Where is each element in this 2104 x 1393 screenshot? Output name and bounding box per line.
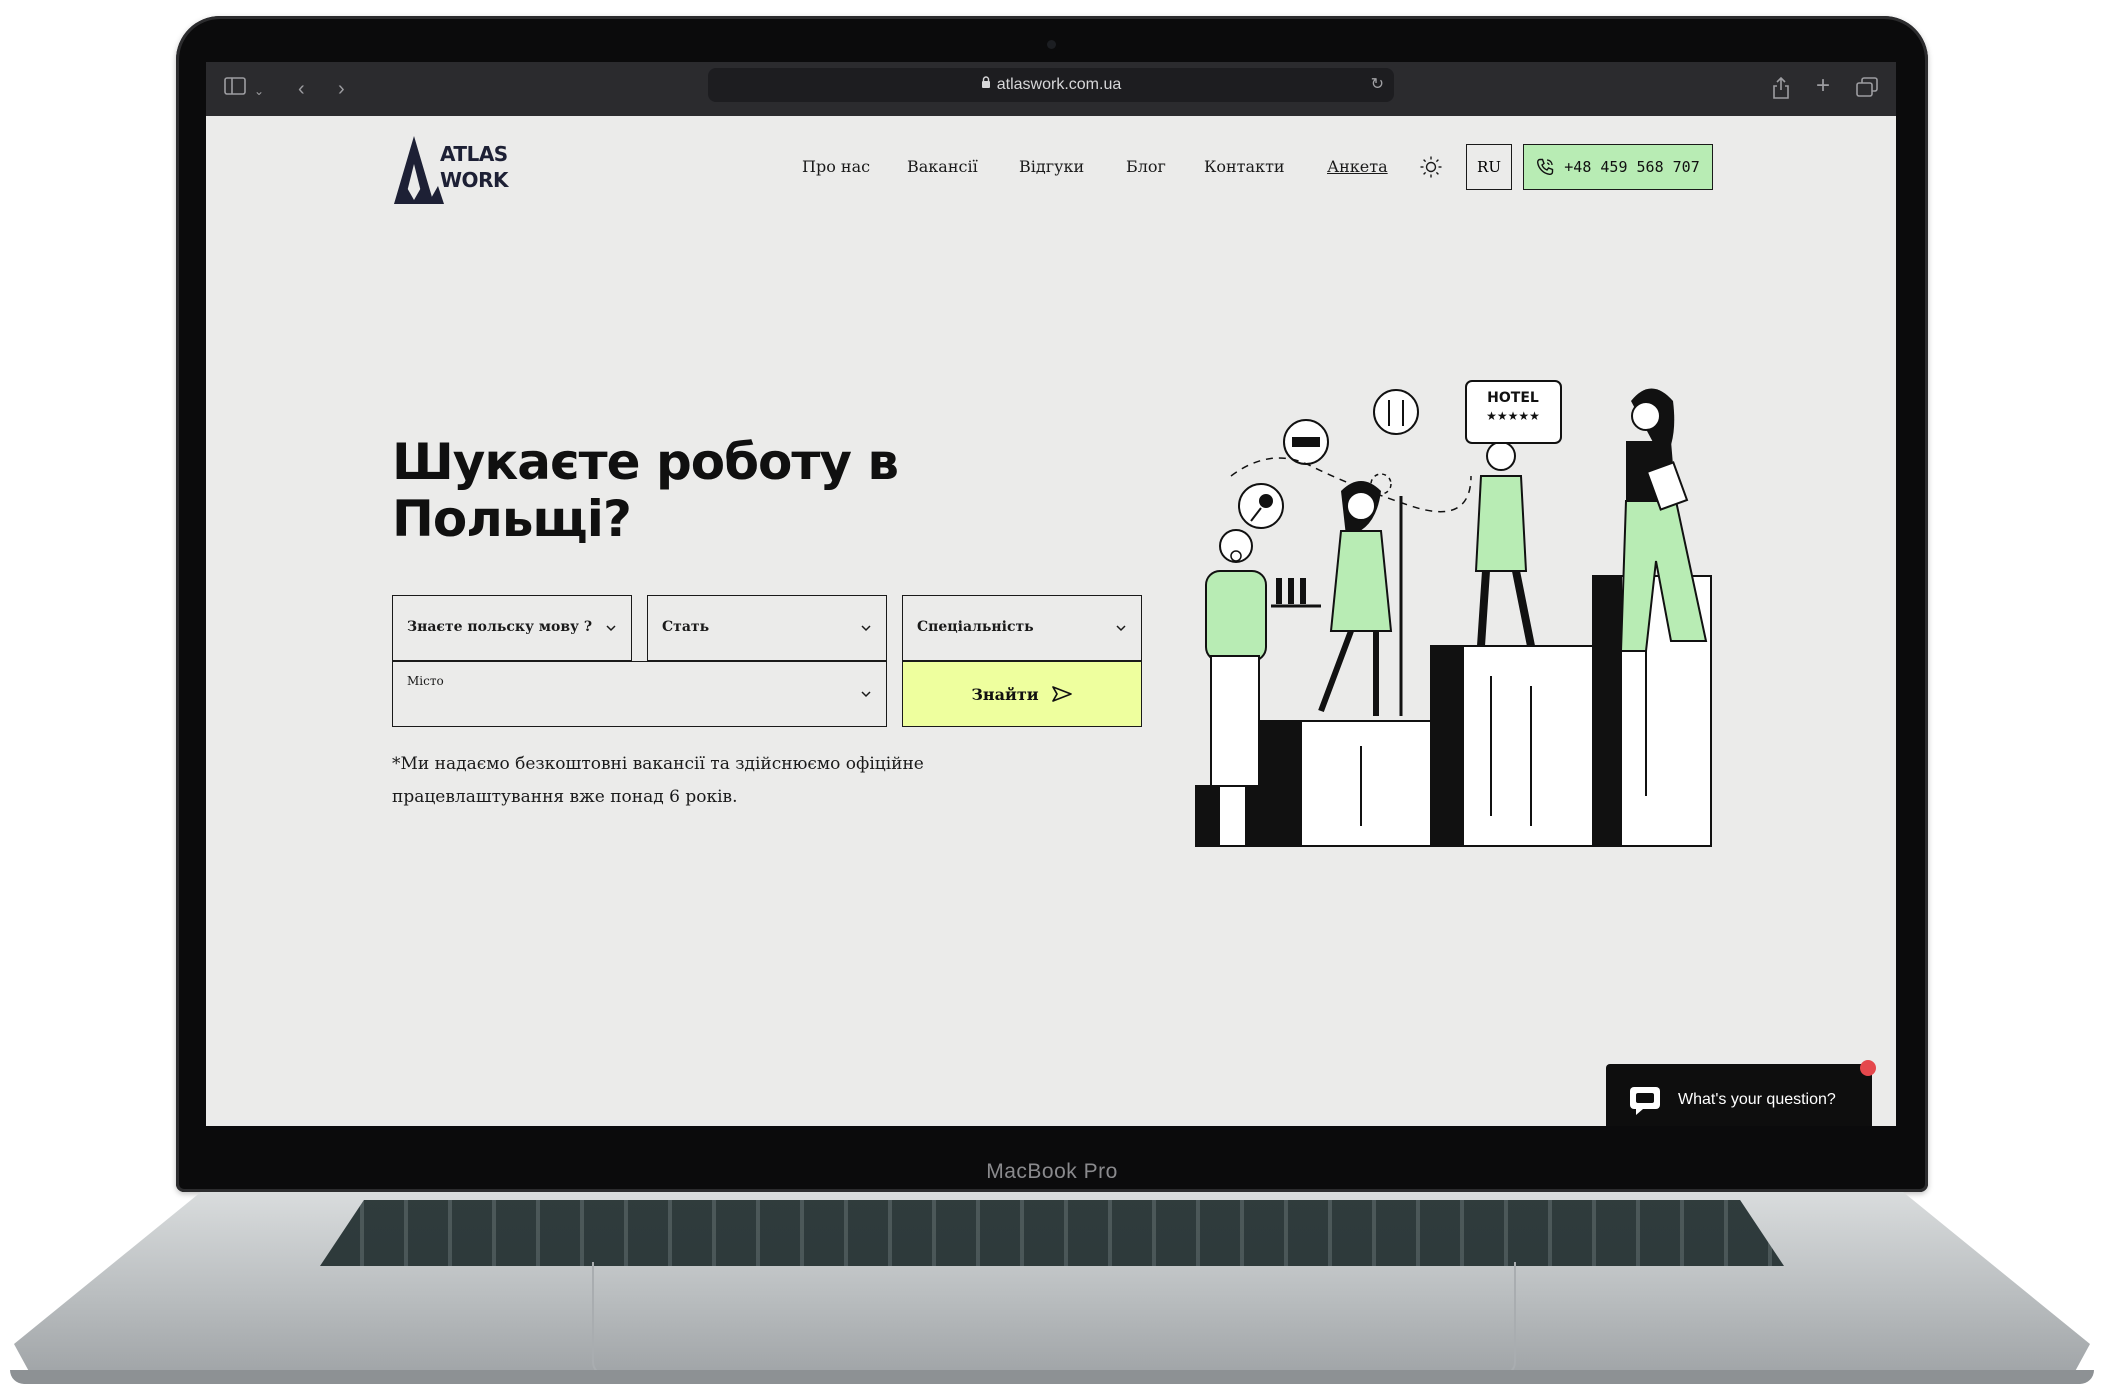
reload-icon[interactable]: ↻ [1371,74,1384,94]
chat-bubble-icon [1630,1087,1660,1115]
nav-vacancies[interactable]: Вакансії [907,157,978,176]
web-page: ATLAS WORK Про нас Вакансії Відгуки Блог… [206,116,1896,1126]
svg-text:★★★★★: ★★★★★ [1486,409,1540,423]
hero-title: Шукаєте роботу в Польщі? [392,433,899,548]
language-button[interactable]: RU [1466,144,1512,190]
nav-form[interactable]: Анкета [1327,157,1388,176]
specialty-select[interactable]: Спеціальність [902,595,1142,661]
sidebar-icon[interactable] [224,77,246,101]
search-button-label: Знайти [971,684,1039,704]
chat-widget-button[interactable]: What's your question? [1606,1064,1872,1126]
key-icon [1238,483,1284,529]
chevron-down-icon [861,691,871,698]
language-select[interactable]: Знаєте польску мову ? [392,595,632,661]
person-cleaner [1318,481,1403,716]
hero-note: *Ми надаємо безкоштовні вакансії та здій… [392,754,924,807]
chevron-down-icon [606,625,616,632]
service-icons [1238,389,1419,529]
address-bar[interactable]: atlaswork.com.ua ↻ [708,68,1394,102]
city-select[interactable]: Місто [392,661,887,727]
city-select-label: Місто [407,674,444,688]
chevron-down-icon [861,625,871,632]
screen: ⌄ ‹ › atlaswork.com.ua ↻ + ATLAS WORK Пр [206,62,1896,1126]
device-label: MacBook Pro [986,1160,1118,1183]
tabs-overview-icon[interactable] [1856,77,1878,103]
send-arrow-icon [1051,686,1072,702]
keyboard [320,1200,1784,1266]
logo-text-atlas: ATLAS [440,142,508,166]
hero-illustration: HOTEL ★★★★★ [1195,380,1712,847]
laptop-base-edge [10,1370,2094,1384]
new-tab-icon[interactable]: + [1816,74,1830,98]
logo[interactable]: ATLAS WORK [392,134,508,208]
url-text: atlaswork.com.ua [996,76,1122,93]
person-chef [1474,425,1535,647]
chevron-down-icon [1116,625,1126,632]
phone-number: +48 459 568 707 [1564,158,1700,176]
browser-toolbar: ⌄ ‹ › atlaswork.com.ua ↻ + [206,62,1896,116]
trackpad [592,1262,1516,1376]
language-select-label: Знаєте польску мову ? [407,619,593,635]
lock-icon [981,76,991,94]
back-icon[interactable]: ‹ [298,77,305,101]
phone-icon [1537,158,1554,176]
hotel-sign: HOTEL ★★★★★ [1465,380,1562,444]
gender-select[interactable]: Стать [647,595,887,661]
specialty-select-label: Спеціальність [917,619,1034,635]
logo-text-work: WORK [440,168,508,192]
notification-dot [1860,1060,1876,1076]
chevron-down-icon[interactable]: ⌄ [254,79,264,103]
nav-reviews[interactable]: Відгуки [1019,157,1084,176]
forward-icon[interactable]: › [338,77,345,101]
sun-icon[interactable] [1420,156,1442,178]
nav-about[interactable]: Про нас [802,157,870,176]
nav-contacts[interactable]: Контакти [1204,157,1285,176]
phone-button[interactable]: +48 459 568 707 [1523,144,1713,190]
cutlery-icon [1373,389,1419,435]
camera [1047,40,1056,49]
svg-text:HOTEL: HOTEL [1487,390,1539,406]
gender-select-label: Стать [662,619,710,635]
share-icon[interactable] [1772,76,1790,105]
chat-widget-label: What's your question? [1678,1091,1836,1108]
nav-blog[interactable]: Блог [1126,157,1166,176]
search-button[interactable]: Знайти [902,661,1142,727]
